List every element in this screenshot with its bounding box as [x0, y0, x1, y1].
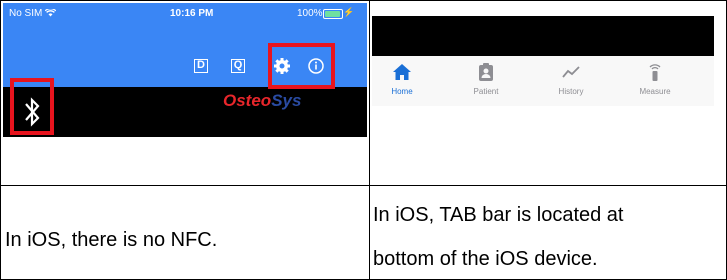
osteosys-logo: OsteoSys — [223, 91, 302, 110]
caption-right-line1: In iOS, TAB bar is located at — [373, 204, 624, 226]
q-button[interactable]: Q — [231, 59, 245, 73]
tab-label-home: Home — [391, 87, 413, 96]
ios-main-screen-screenshot: No SIM 10:16 PM 100% ⚡ D Q OsteoSys — [3, 3, 367, 146]
status-carrier: No SIM — [9, 8, 57, 19]
tab-patient[interactable]: Patient — [456, 56, 516, 106]
measure-icon — [649, 64, 661, 81]
tab-measure[interactable]: Measure — [625, 56, 685, 106]
tab-label-measure: Measure — [639, 87, 671, 96]
wifi-icon — [44, 8, 57, 17]
tab-home[interactable]: Home — [372, 56, 432, 106]
highlight-box-settings — [268, 43, 335, 89]
charging-bolt-icon: ⚡ — [343, 7, 355, 17]
screen-top-area — [372, 16, 714, 56]
battery-icon — [323, 9, 343, 19]
d-button[interactable]: D — [194, 59, 208, 73]
ios-tab-bar: Home Patient History Measure — [372, 56, 714, 106]
ios-tab-bar-screenshot: Home Patient History Measure — [372, 3, 724, 146]
table-border-middle — [0, 185, 727, 186]
ios-status-bar: No SIM 10:16 PM 100% ⚡ — [3, 3, 367, 45]
connection-bar: OsteoSys — [3, 87, 367, 137]
status-battery-percent: 100% — [297, 8, 323, 19]
comparison-table: No SIM 10:16 PM 100% ⚡ D Q OsteoSys Home… — [0, 0, 727, 280]
highlight-box-bluetooth — [10, 78, 54, 135]
table-border-center — [369, 0, 370, 280]
table-border-left — [0, 0, 1, 280]
caption-right-line2: bottom of the iOS device. — [373, 248, 598, 270]
table-border-top — [0, 0, 727, 1]
caption-left: In iOS, there is no NFC. — [5, 229, 218, 251]
status-time: 10:16 PM — [170, 8, 214, 19]
history-icon — [562, 66, 580, 78]
patient-icon — [479, 63, 493, 81]
tab-history[interactable]: History — [541, 56, 601, 106]
tab-label-patient: Patient — [473, 87, 499, 96]
tab-label-history: History — [558, 87, 584, 96]
home-icon — [393, 64, 411, 80]
